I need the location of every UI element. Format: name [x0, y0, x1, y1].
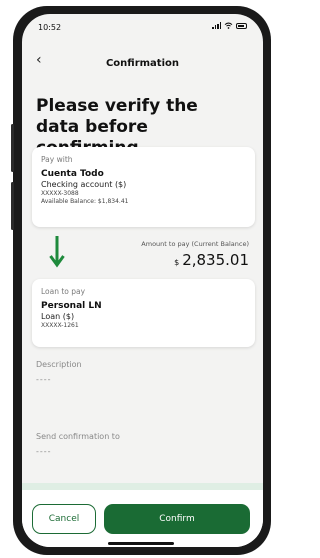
nav-bar: ‹ Confirmation: [22, 52, 263, 76]
status-time: 10:52: [38, 23, 62, 32]
pay-with-card: Pay with Cuenta Todo Checking account ($…: [32, 147, 255, 227]
send-confirmation-label: Send confirmation to: [36, 432, 120, 441]
description-field: Description ----: [36, 360, 82, 384]
loan-name: Personal LN: [41, 301, 102, 311]
amount-value: $2,835.01: [174, 251, 249, 269]
account-name: Cuenta Todo: [41, 169, 104, 179]
send-confirmation-value: ----: [36, 447, 52, 456]
amount-label: Amount to pay (Current Balance): [141, 240, 249, 248]
wifi-icon: [224, 22, 233, 29]
status-icons: [212, 22, 247, 29]
loan-label: Loan to pay: [41, 287, 86, 296]
amount-number: 2,835.01: [182, 251, 249, 269]
send-confirmation-field: Send confirmation to ----: [36, 432, 120, 456]
battery-icon: [236, 22, 247, 29]
amount-currency: $: [174, 258, 180, 267]
account-type: Checking account ($): [41, 180, 127, 189]
side-button: [11, 182, 14, 230]
page-title: Confirmation: [105, 58, 180, 69]
loan-card: Loan to pay Personal LN Loan ($) XXXXX-1…: [32, 279, 255, 347]
description-value: ----: [36, 375, 52, 384]
home-indicator: [108, 542, 174, 545]
loan-type: Loan ($): [41, 312, 75, 321]
account-number: XXXXX-3088: [41, 190, 79, 197]
phone-screen: 10:52 ‹ Confirmation Please verify the d…: [22, 14, 263, 547]
available-balance: Available Balance: $1,834.41: [41, 198, 129, 205]
action-footer: Cancel Confirm: [22, 490, 263, 547]
status-bar: 10:52: [22, 14, 263, 36]
cancel-button[interactable]: Cancel: [32, 504, 96, 534]
confirm-button[interactable]: Confirm: [104, 504, 250, 534]
signal-icon: [212, 22, 221, 29]
loan-number: XXXXX-1261: [41, 322, 79, 329]
description-label: Description: [36, 360, 82, 369]
arrow-down-icon: [49, 236, 65, 268]
pay-with-label: Pay with: [41, 155, 73, 164]
side-button: [11, 124, 14, 172]
